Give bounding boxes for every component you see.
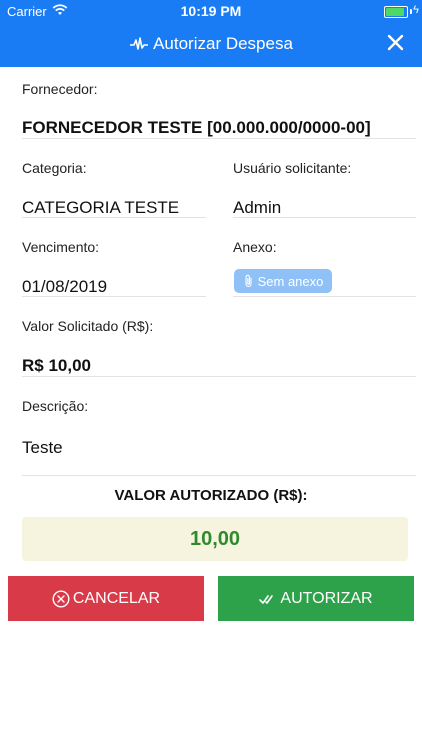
cancel-button-label: CANCELAR <box>72 589 161 607</box>
close-icon[interactable] <box>387 34 404 51</box>
battery-level <box>386 8 404 16</box>
attachment-label: Anexo: <box>233 239 277 255</box>
requester-label: Usuário solicitante: <box>233 160 352 176</box>
attachment-button[interactable]: Sem anexo <box>234 269 332 293</box>
due-date-label: Vencimento: <box>22 239 100 255</box>
supplier-label: Fornecedor: <box>22 81 98 97</box>
authorize-button-label: AUTORIZAR <box>280 589 373 607</box>
requested-value: R$ 10,00 <box>22 356 91 375</box>
battery-icon <box>384 6 408 18</box>
double-check-icon <box>259 594 274 604</box>
category-divider <box>22 217 206 218</box>
authorized-value-label: VALOR AUTORIZADO (R$): <box>114 487 308 504</box>
attachment-divider <box>233 296 416 297</box>
category-value: CATEGORIA TESTE <box>22 198 180 217</box>
supplier-divider <box>22 138 416 139</box>
authorized-value: 10,00 <box>189 527 241 550</box>
requested-divider <box>22 376 416 377</box>
cancel-circle-x-icon <box>52 589 70 608</box>
due-date-divider <box>22 296 206 297</box>
paperclip-icon <box>245 274 252 288</box>
requester-divider <box>233 217 416 218</box>
requested-value-label: Valor Solicitado (R$): <box>22 318 154 334</box>
description-label: Descrição: <box>22 398 89 414</box>
category-label: Categoria: <box>22 160 87 176</box>
header-title-row: Autorizar Despesa <box>0 32 422 56</box>
requester-value: Admin <box>233 198 282 217</box>
description-divider <box>22 475 416 476</box>
authorize-button[interactable]: AUTORIZAR <box>218 576 414 621</box>
battery-tip <box>410 9 412 14</box>
pulse-icon <box>130 37 149 50</box>
due-date-value[interactable]: 01/08/2019 <box>22 277 107 297</box>
description-value: Teste <box>22 438 63 457</box>
attachment-button-label: Sem anexo <box>257 273 324 289</box>
supplier-value: FORNECEDOR TESTE [00.000.000/0000-00] <box>22 118 371 137</box>
status-time: 10:19 PM <box>180 3 242 19</box>
authorized-value-input[interactable]: 10,00 <box>22 517 408 561</box>
status-bar: Carrier 10:19 PM ϟ <box>0 0 422 22</box>
navigation-header: Carrier 10:19 PM ϟ Autorizar Despesa <box>0 0 422 67</box>
cancel-button[interactable]: CANCELAR <box>8 576 204 621</box>
page-title: Autorizar Despesa <box>153 34 293 53</box>
charging-icon: ϟ <box>413 4 419 16</box>
